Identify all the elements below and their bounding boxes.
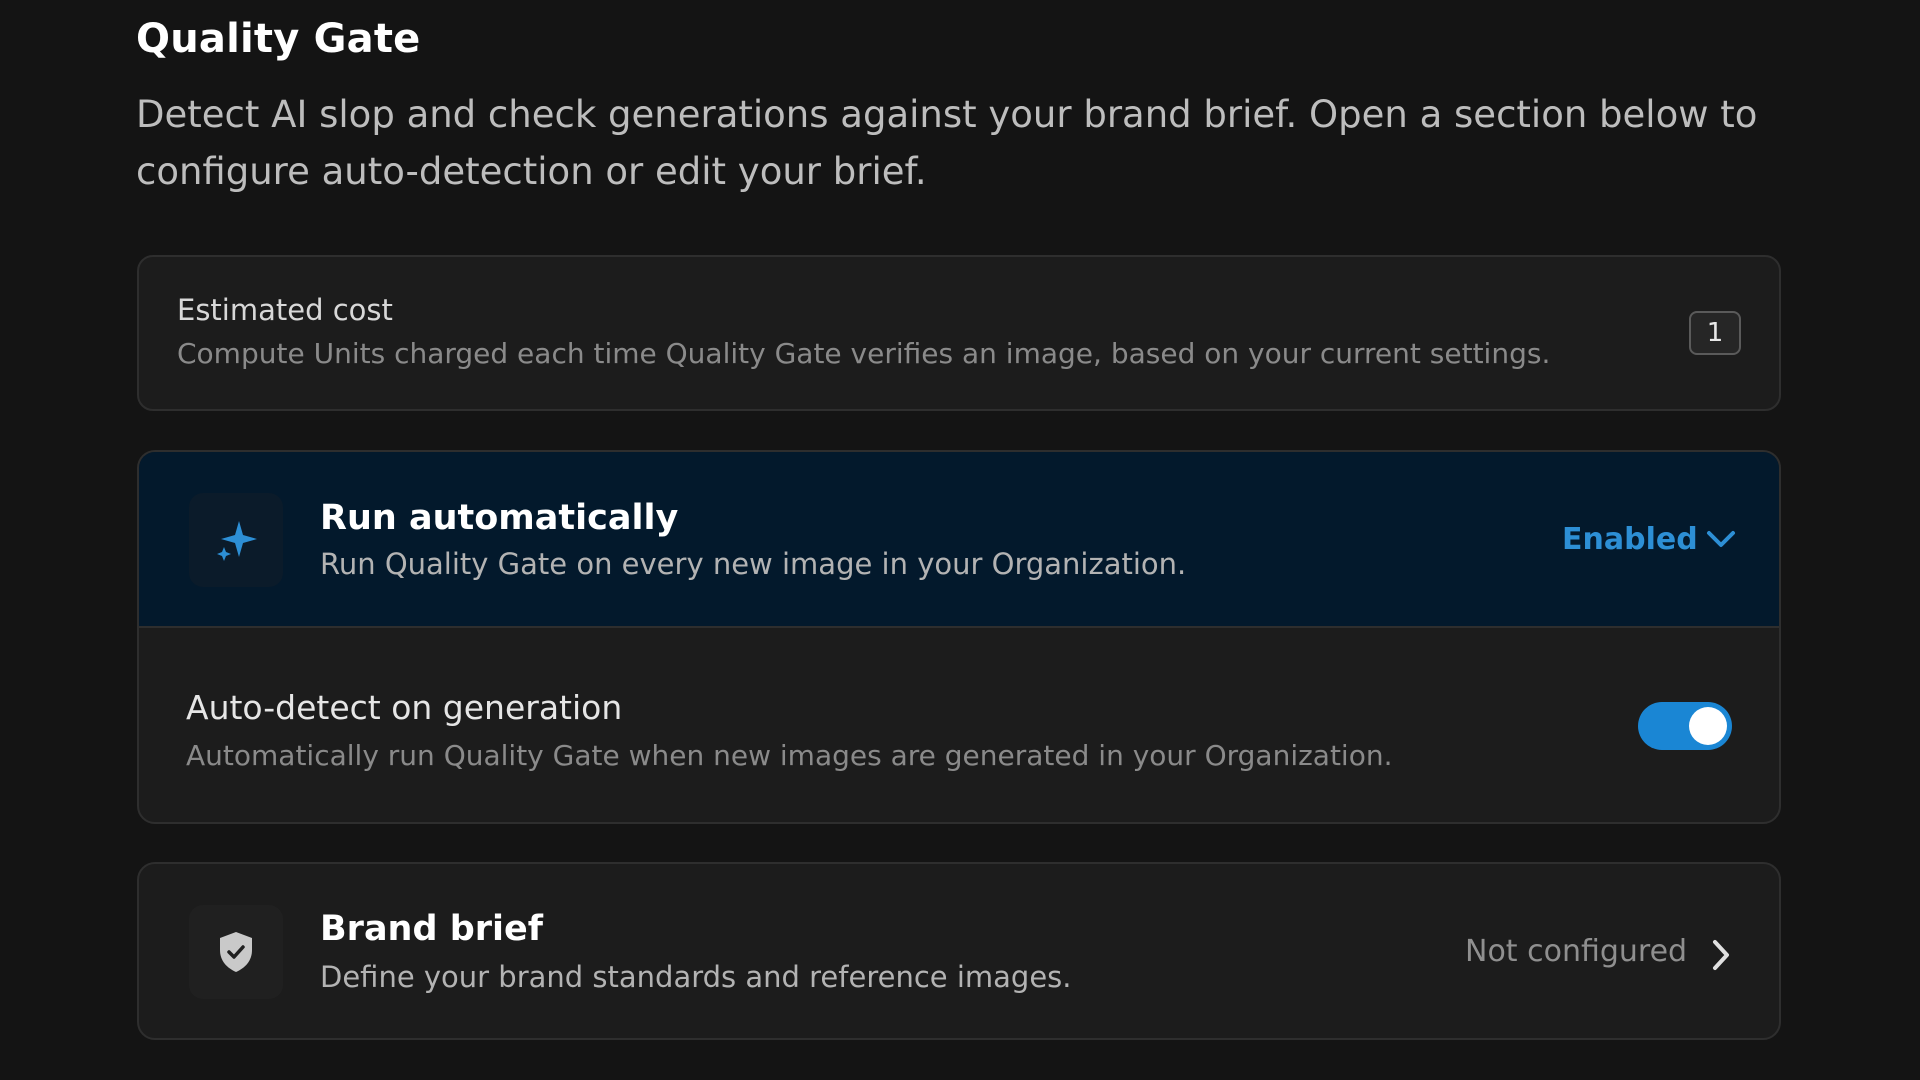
auto-detect-description: Automatically run Quality Gate when new …: [186, 739, 1393, 772]
estimated-cost-title: Estimated cost: [177, 293, 393, 327]
estimated-cost-description: Compute Units charged each time Quality …: [177, 337, 1551, 370]
toggle-knob: [1689, 707, 1727, 745]
brand-brief-card[interactable]: Brand brief Define your brand standards …: [137, 862, 1781, 1040]
run-automatically-status: Enabled: [1562, 522, 1698, 557]
page-description: Detect AI slop and check generations aga…: [136, 93, 1758, 193]
chevron-down-icon[interactable]: [1705, 528, 1737, 550]
quality-gate-page: Quality Gate Detect AI slop and check ge…: [0, 0, 1920, 1080]
auto-detect-title: Auto-detect on generation: [186, 688, 623, 727]
brand-brief-status: Not configured: [1465, 934, 1688, 969]
run-automatically-description: Run Quality Gate on every new image in y…: [320, 547, 1187, 581]
shield-icon-box: [189, 905, 283, 999]
run-automatically-section: Run automatically Run Quality Gate on ev…: [137, 450, 1781, 824]
brand-brief-description: Define your brand standards and referenc…: [320, 960, 1072, 994]
chevron-right-icon[interactable]: [1709, 938, 1733, 972]
auto-detect-toggle[interactable]: [1638, 702, 1732, 750]
sparkle-icon-box: [189, 493, 283, 587]
sparkle-icon: [217, 521, 257, 561]
run-automatically-title: Run automatically: [320, 498, 679, 538]
page-title: Quality Gate: [136, 16, 421, 62]
brand-brief-title: Brand brief: [320, 909, 543, 949]
compute-units-badge: 1: [1689, 311, 1741, 355]
estimated-cost-card: Estimated cost Compute Units charged eac…: [137, 255, 1781, 411]
run-automatically-header[interactable]: Run automatically Run Quality Gate on ev…: [139, 452, 1779, 628]
shield-check-icon: [220, 932, 252, 972]
